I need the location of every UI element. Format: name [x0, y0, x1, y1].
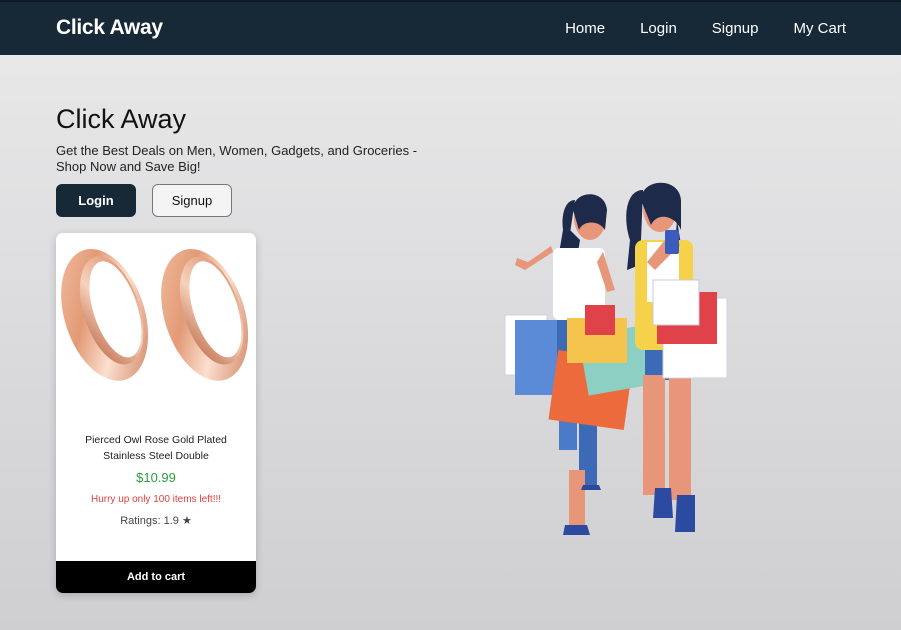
hero-title: Click Away: [56, 104, 187, 134]
product-title[interactable]: Pierced Owl Rose Gold Plated Stainless S…: [66, 432, 246, 464]
hero-subtitle: Get the Best Deals on Men, Women, Gadget…: [56, 143, 418, 174]
rose-gold-earrings-image[interactable]: [56, 233, 256, 418]
shopping-women-illustration-icon: [504, 182, 728, 535]
add-to-cart-button[interactable]: Add to cart: [56, 561, 256, 593]
nav-my-cart[interactable]: My Cart: [794, 20, 847, 37]
product-rating: Ratings: 1.9 ★: [120, 515, 192, 527]
navbar: Click Away Home Login Signup My Cart: [0, 0, 901, 55]
stock-warning: Hurry up only 100 items left!!!: [90, 494, 222, 505]
nav-home[interactable]: Home: [565, 20, 605, 37]
hero-signup-button[interactable]: Signup: [152, 184, 232, 217]
product-card: Pierced Owl Rose Gold Plated Stainless S…: [56, 233, 256, 593]
nav-login[interactable]: Login: [640, 20, 677, 37]
nav-links: Home Login Signup My Cart: [565, 20, 846, 37]
hero-login-button[interactable]: Login: [56, 184, 136, 217]
nav-signup[interactable]: Signup: [712, 20, 759, 37]
product-price: $10.99: [136, 470, 176, 485]
brand-logo[interactable]: Click Away: [56, 16, 163, 40]
